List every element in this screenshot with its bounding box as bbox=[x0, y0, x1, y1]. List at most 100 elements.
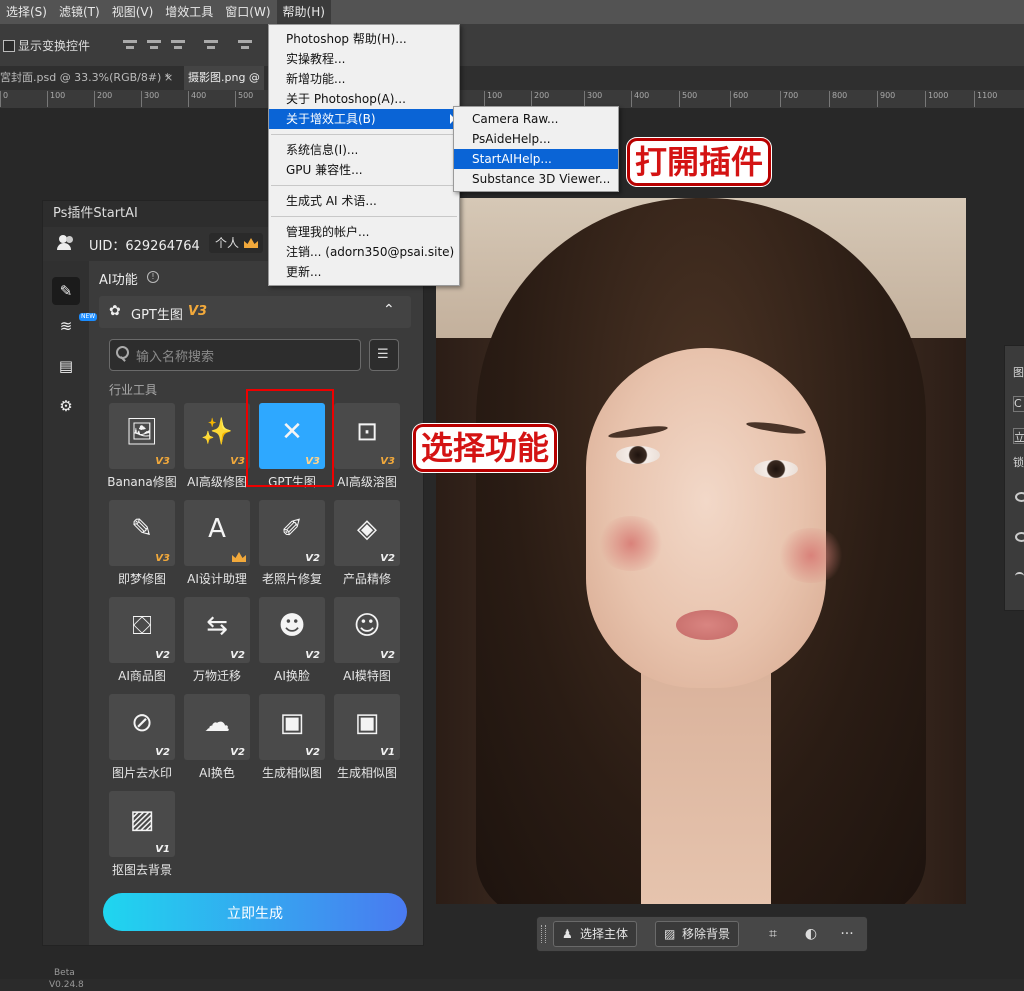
tool-icon: ⇆ bbox=[206, 611, 228, 641]
submenu-psaidehelp[interactable]: PsAideHelp... bbox=[454, 129, 618, 149]
menu-help[interactable]: 帮助(H) bbox=[276, 0, 331, 24]
plugin-sidebar: ✎ ≋ NEW ▤ ⚙ Beta V0.24.8 bbox=[43, 261, 98, 990]
show-transform-label: 显示变换控件 bbox=[18, 39, 91, 53]
adjust-icon[interactable]: ◐ bbox=[801, 924, 821, 944]
info-icon[interactable]: ! bbox=[147, 271, 159, 283]
menu-window[interactable]: 窗口(W) bbox=[219, 0, 276, 24]
gpt-logo-icon: ✿ bbox=[109, 303, 121, 319]
select-subject-button[interactable]: ♟ 选择主体 bbox=[553, 921, 638, 947]
drag-handle[interactable] bbox=[541, 925, 546, 943]
uid-text: UID：629264764 bbox=[89, 239, 200, 254]
search-input[interactable]: 输入名称搜索 bbox=[109, 339, 361, 371]
version-badge: V2 bbox=[230, 650, 245, 661]
annotation-open-plugin: 打開插件 bbox=[627, 138, 772, 186]
align-top-icon[interactable] bbox=[204, 38, 218, 52]
tool-tile[interactable]: ⊘ V2 bbox=[109, 694, 175, 760]
tool-icon: ◈ bbox=[357, 514, 377, 544]
tool-icon: ⊡ bbox=[356, 417, 378, 447]
tool-tile[interactable]: ◈ V2 bbox=[334, 500, 400, 566]
settings-gear-icon[interactable]: ⚙ bbox=[57, 397, 75, 415]
list-view-button[interactable]: ☰ bbox=[369, 339, 399, 371]
tab-cover-psd[interactable]: 宮封面.psd @ 33.3%(RGB/8#) * bbox=[0, 66, 174, 90]
tool-label: Banana修图 bbox=[107, 475, 177, 489]
generate-now-button[interactable]: 立即生成 bbox=[103, 893, 407, 931]
menu-filter[interactable]: 滤镜(T) bbox=[53, 0, 106, 24]
menu-item-photoshop-help[interactable]: Photoshop 帮助(H)... bbox=[269, 29, 459, 49]
menu-item-tutorials[interactable]: 实操教程... bbox=[269, 49, 459, 69]
version-info: Beta V0.24.8 bbox=[49, 968, 84, 990]
menu-item-logout[interactable]: 注销... (adorn350@psai.site) bbox=[269, 242, 459, 262]
chevron-up-icon[interactable]: ⌃ bbox=[383, 302, 395, 318]
eye-icon[interactable] bbox=[1015, 492, 1024, 502]
eye-icon[interactable] bbox=[1015, 532, 1024, 542]
tool-tile[interactable]: ▨ V1 bbox=[109, 791, 175, 857]
tool-label: 生成相似图 bbox=[261, 766, 322, 780]
document-tabs: 宮封面.psd @ 33.3%(RGB/8#) * × 摄影图.png @ bbox=[0, 66, 1024, 90]
more-options-icon[interactable]: ··· bbox=[837, 924, 857, 944]
tool-tile[interactable]: ⇆ V2 bbox=[184, 597, 250, 663]
align-right-icon[interactable] bbox=[171, 38, 185, 52]
tool-tile[interactable]: ✨ V3 bbox=[184, 403, 250, 469]
tool-tile[interactable]: ☻ V2 bbox=[259, 597, 325, 663]
highlight-box bbox=[246, 389, 334, 487]
tool-tile[interactable]: ▣ V2 bbox=[259, 694, 325, 760]
version-badge: V2 bbox=[380, 553, 395, 564]
version-badge: V3 bbox=[155, 456, 170, 467]
submenu-camera-raw[interactable]: Camera Raw... bbox=[454, 109, 618, 129]
menu-item-gen-ai-terms[interactable]: 生成式 AI 术语... bbox=[269, 191, 459, 211]
tool-icon: ⛋ bbox=[132, 611, 152, 641]
remove-background-button[interactable]: ▨ 移除背景 bbox=[655, 921, 740, 947]
tool-tile[interactable]: ⊡ V3 bbox=[334, 403, 400, 469]
tool-tile[interactable]: ✐ V2 bbox=[259, 500, 325, 566]
tool-tile[interactable]: ✎ V3 bbox=[109, 500, 175, 566]
submenu-startaihelp[interactable]: StartAIHelp... bbox=[454, 149, 618, 169]
crown-icon bbox=[244, 238, 259, 248]
submenu-substance-viewer[interactable]: Substance 3D Viewer... bbox=[454, 169, 618, 189]
tab-photo-png[interactable]: 摄影图.png @ bbox=[184, 66, 264, 90]
tool-tile[interactable]: ⛋ V2 bbox=[109, 597, 175, 663]
menu-item-system-info[interactable]: 系统信息(I)... bbox=[269, 140, 459, 160]
menu-item-gpu[interactable]: GPU 兼容性... bbox=[269, 160, 459, 180]
portrait-photo[interactable] bbox=[436, 198, 966, 904]
menu-item-manage-account[interactable]: 管理我的帐户... bbox=[269, 222, 459, 242]
menu-view[interactable]: 视图(V) bbox=[106, 0, 160, 24]
version-badge: V3 bbox=[155, 553, 170, 564]
clipboard-nav-icon[interactable]: ▤ bbox=[57, 357, 75, 375]
layers-panel-edge: 图 C 立 锁 bbox=[1004, 345, 1024, 611]
tool-icon: ▣ bbox=[354, 708, 380, 738]
menu-item-about-photoshop[interactable]: 关于 Photoshop(A)... bbox=[269, 89, 459, 109]
gpt-section-header[interactable]: ✿ GPT生图 V3 ⌃ bbox=[99, 296, 411, 328]
menu-item-updates[interactable]: 更新... bbox=[269, 262, 459, 282]
ai-function-label: AI功能 bbox=[99, 273, 138, 288]
options-bar: 显示变换控件 bbox=[0, 24, 1024, 67]
eye-icon[interactable] bbox=[1015, 572, 1024, 580]
menu-item-whats-new[interactable]: 新增功能... bbox=[269, 69, 459, 89]
align-center-icon[interactable] bbox=[147, 38, 161, 52]
show-transform-checkbox[interactable] bbox=[3, 40, 15, 52]
menu-item-about-plugins[interactable]: 关于增效工具(B) bbox=[269, 109, 459, 129]
tool-tile[interactable]: A bbox=[184, 500, 250, 566]
version-badge: V2 bbox=[155, 650, 170, 661]
tab-close-icon[interactable]: × bbox=[160, 66, 177, 90]
menu-select[interactable]: 选择(S) bbox=[0, 0, 53, 24]
plugins-submenu: Camera Raw... PsAideHelp... StartAIHelp.… bbox=[453, 106, 619, 192]
tool-tile[interactable]: ☺ V2 bbox=[334, 597, 400, 663]
tool-tile[interactable]: ☁ V2 bbox=[184, 694, 250, 760]
tool-label: AI商品图 bbox=[118, 669, 166, 683]
align-middle-icon[interactable] bbox=[238, 38, 252, 52]
tool-tile[interactable]: ▣ V1 bbox=[334, 694, 400, 760]
tool-label: 万物迁移 bbox=[192, 669, 241, 683]
industry-tools-label: 行业工具 bbox=[109, 383, 158, 397]
plan-badge[interactable]: 个人 bbox=[209, 233, 264, 253]
tool-label: AI换脸 bbox=[274, 669, 310, 683]
tool-icon: ✐ bbox=[281, 514, 303, 544]
tool-tile[interactable]: 🖼 V3 bbox=[109, 403, 175, 469]
transform-icon[interactable]: ⌗ bbox=[763, 924, 783, 944]
align-left-icon[interactable] bbox=[123, 38, 137, 52]
image-icon: ▨ bbox=[664, 927, 676, 941]
ai-tools-nav-icon[interactable]: ✎ bbox=[52, 277, 80, 305]
tool-icon: ✨ bbox=[200, 417, 234, 447]
menu-plugins[interactable]: 增效工具 bbox=[159, 0, 219, 24]
layers-nav-icon[interactable]: ≋ NEW bbox=[57, 313, 98, 335]
tool-label: 即梦修图 bbox=[117, 572, 166, 586]
